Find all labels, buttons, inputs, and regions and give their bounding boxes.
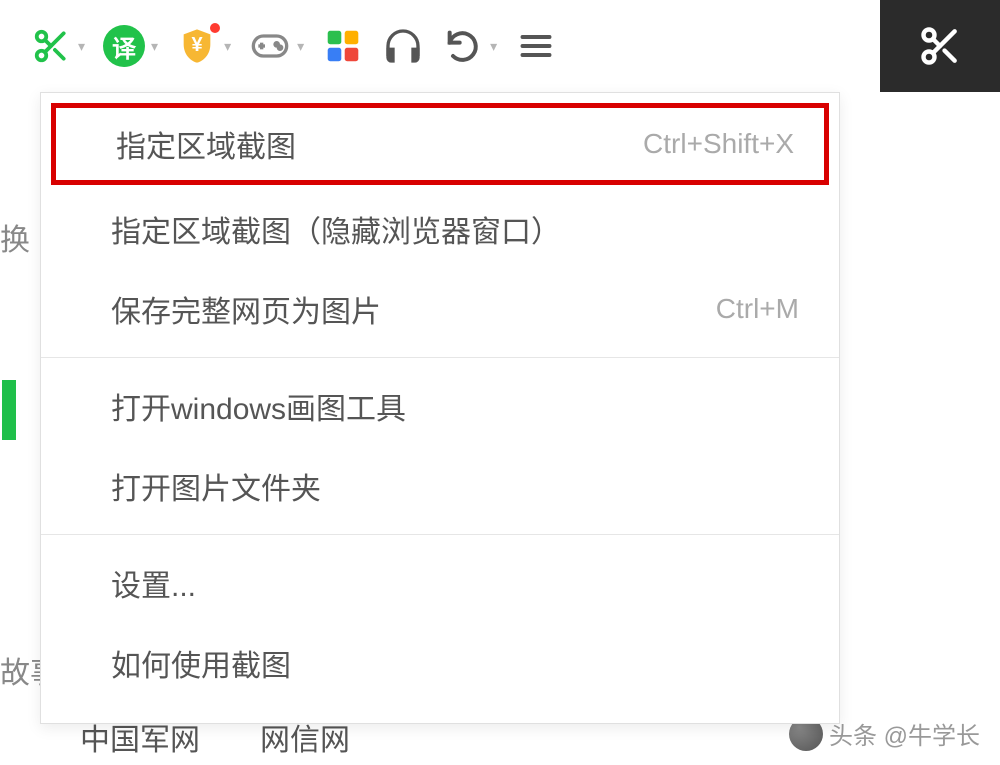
apps-toolbar-button[interactable] xyxy=(322,25,364,67)
scissors-icon xyxy=(918,24,962,68)
main-menu-button[interactable] xyxy=(515,25,557,67)
menu-item-shortcut: Ctrl+M xyxy=(716,293,799,325)
menu-item[interactable]: 打开图片文件夹 xyxy=(41,446,839,526)
scissors-icon xyxy=(30,25,72,67)
dropdown-arrow-icon: ▾ xyxy=(224,38,231,55)
dropdown-arrow-icon: ▾ xyxy=(78,38,85,55)
grid-icon xyxy=(322,25,364,67)
watermark-text: 头条 @牛学长 xyxy=(829,716,980,751)
menu-separator xyxy=(41,534,839,535)
menu-item-label: 打开windows画图工具 xyxy=(111,384,406,428)
hamburger-menu-icon xyxy=(515,25,557,67)
games-toolbar-button[interactable]: ▾ xyxy=(249,25,304,67)
menu-item-shortcut: Ctrl+Shift+X xyxy=(643,128,794,160)
gamepad-icon xyxy=(249,25,291,67)
screenshot-toolbar-button[interactable]: ▾ xyxy=(30,25,85,67)
menu-item[interactable]: 打开windows画图工具 xyxy=(41,366,839,446)
menu-item-label: 打开图片文件夹 xyxy=(111,464,321,508)
dropdown-arrow-icon: ▾ xyxy=(151,38,158,55)
menu-item-label: 指定区域截图 xyxy=(116,122,296,166)
translate-icon: 译 xyxy=(103,25,145,67)
menu-item-label: 如何使用截图 xyxy=(111,641,291,685)
dropdown-arrow-icon: ▾ xyxy=(490,38,497,55)
audio-toolbar-button[interactable] xyxy=(382,25,424,67)
menu-item-label: 设置... xyxy=(111,561,196,605)
headphones-icon xyxy=(382,25,424,67)
menu-item[interactable]: 如何使用截图 xyxy=(41,623,839,703)
screenshot-dropdown-menu: 指定区域截图 Ctrl+Shift+X 指定区域截图（隐藏浏览器窗口） 保存完整网页为… xyxy=(40,92,840,724)
menu-item[interactable]: 设置... xyxy=(41,543,839,623)
shield-icon: ¥ xyxy=(176,25,218,67)
menu-item[interactable]: 保存完整网页为图片 Ctrl+M xyxy=(41,269,839,349)
menu-item-label: 保存完整网页为图片 xyxy=(111,287,381,331)
browser-toolbar: ▾ 译 ▾ ¥ ▾ ▾ ▾ xyxy=(0,0,1000,92)
dropdown-arrow-icon: ▾ xyxy=(297,38,304,55)
page-left-green-stripe xyxy=(2,380,16,440)
wallet-toolbar-button[interactable]: ¥ ▾ xyxy=(176,25,231,67)
undo-icon xyxy=(442,25,484,67)
undo-toolbar-button[interactable]: ▾ xyxy=(442,25,497,67)
menu-item[interactable]: 指定区域截图（隐藏浏览器窗口） xyxy=(41,189,839,269)
menu-item[interactable]: 指定区域截图 Ctrl+Shift+X xyxy=(51,103,829,185)
menu-separator xyxy=(41,357,839,358)
background-text: 换 xyxy=(0,215,30,259)
menu-item-label: 指定区域截图（隐藏浏览器窗口） xyxy=(111,207,561,251)
side-panel-badge xyxy=(880,0,1000,92)
translate-toolbar-button[interactable]: 译 ▾ xyxy=(103,25,158,67)
